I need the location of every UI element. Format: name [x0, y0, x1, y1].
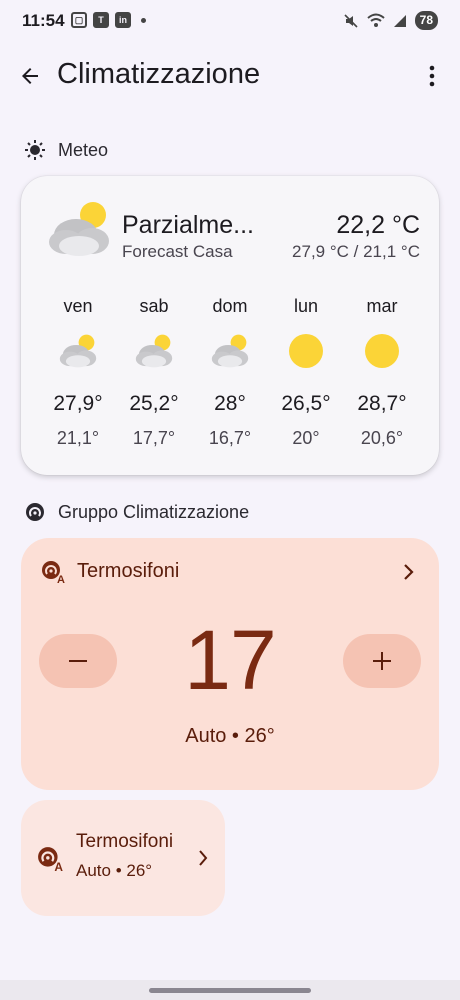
- gesture-navigation-bar: [0, 980, 460, 1000]
- svg-text:A: A: [54, 860, 63, 872]
- sunny-icon: [289, 334, 323, 368]
- forecast-min: 21,1°: [56, 428, 100, 448]
- partly-cloudy-icon: [49, 202, 109, 256]
- svg-text:A: A: [57, 574, 65, 584]
- weather-section-header: Meteo: [24, 139, 108, 161]
- linkedin-icon: in: [115, 12, 131, 28]
- forecast-min: 17,7°: [132, 428, 176, 448]
- thermostat-group-icon: [26, 503, 44, 521]
- teams-icon: T: [93, 12, 109, 28]
- forecast-day-name: sab: [139, 296, 169, 316]
- forecast-day: dom 28° 16,7°: [192, 296, 268, 449]
- chevron-right-icon: [199, 850, 208, 866]
- forecast-day: lun 26,5° 20°: [268, 296, 344, 449]
- status-time: 11:54: [22, 11, 65, 30]
- app-bar: Climatizzazione: [0, 50, 460, 102]
- chevron-right-icon: [404, 564, 414, 580]
- thermostat-card[interactable]: A Termosifoni 17 Auto • 26°: [21, 538, 439, 790]
- thermostat-auto-icon: A: [38, 847, 63, 872]
- mute-icon: [344, 13, 358, 28]
- back-button[interactable]: [14, 60, 46, 92]
- temperature-range: 27,9 °C / 21,1 °C: [292, 242, 420, 261]
- tile-name: Termosifoni: [76, 831, 174, 852]
- forecast-min: 16,7°: [208, 428, 252, 448]
- weather-section-label: Meteo: [58, 139, 109, 160]
- sunny-icon: [365, 334, 399, 368]
- increase-temperature-button[interactable]: [343, 634, 421, 688]
- climate-section-label: Gruppo Climatizzazione: [58, 501, 250, 522]
- forecast-day: sab 25,2° 17,7°: [116, 296, 192, 449]
- forecast-day: mar 28,7° 20,6°: [344, 296, 420, 449]
- notification-icons: ▢ T in: [71, 12, 146, 28]
- current-temperature: 22,2 °C: [336, 211, 420, 239]
- forecast-min: 20,6°: [360, 428, 404, 448]
- forecast-row: ven 27,9° 21,1° sab 25,2° 17,7° dom 28° …: [40, 296, 420, 449]
- forecast-day-name: lun: [293, 296, 319, 316]
- home-handle[interactable]: [149, 988, 311, 993]
- wifi-icon: [366, 13, 385, 27]
- forecast-day-name: mar: [366, 296, 398, 316]
- thermostat-status: Auto • 26°: [185, 725, 275, 747]
- more-vert-icon: [429, 65, 435, 87]
- weather-condition: Parzialme...: [122, 211, 254, 239]
- thermostat-tile[interactable]: A Termosifoni Auto • 26°: [21, 800, 225, 916]
- notification-dot-icon: [141, 17, 146, 23]
- tile-open-button[interactable]: [193, 848, 213, 868]
- partly-cloudy-icon: [135, 334, 173, 368]
- open-details-button[interactable]: [397, 560, 421, 584]
- thermostat-name: Termosifoni: [77, 560, 180, 582]
- tile-status: Auto • 26°: [76, 861, 153, 880]
- partly-cloudy-icon: [211, 334, 249, 368]
- page-title: Climatizzazione: [57, 58, 261, 90]
- forecast-max: 28,7°: [357, 392, 407, 415]
- forecast-max: 25,2°: [129, 392, 179, 415]
- weather-card[interactable]: Parzialme... Forecast Casa 22,2 °C 27,9 …: [21, 176, 439, 475]
- screenshot-icon: ▢: [71, 12, 87, 28]
- forecast-min: 20°: [292, 428, 320, 448]
- system-icons: 78: [343, 11, 438, 30]
- more-options-button[interactable]: [422, 60, 442, 92]
- forecast-day-name: dom: [212, 296, 248, 316]
- forecast-max: 28°: [214, 392, 246, 415]
- weather-sun-icon: [25, 140, 45, 160]
- forecast-day-name: ven: [63, 296, 93, 316]
- plus-icon: [373, 652, 391, 670]
- battery-indicator: 78: [414, 11, 438, 30]
- forecast-max: 27,9°: [53, 392, 103, 415]
- signal-icon: [393, 14, 406, 27]
- partly-cloudy-icon: [59, 334, 97, 368]
- thermostat-auto-icon: A: [42, 561, 65, 584]
- arrow-back-icon: [22, 68, 38, 84]
- weather-place: Forecast Casa: [122, 242, 233, 261]
- forecast-max: 26,5°: [281, 392, 331, 415]
- climate-section-header: Gruppo Climatizzazione: [24, 501, 249, 523]
- status-bar: 11:54 ▢ T in 78: [0, 0, 460, 42]
- forecast-day: ven 27,9° 21,1°: [40, 296, 116, 449]
